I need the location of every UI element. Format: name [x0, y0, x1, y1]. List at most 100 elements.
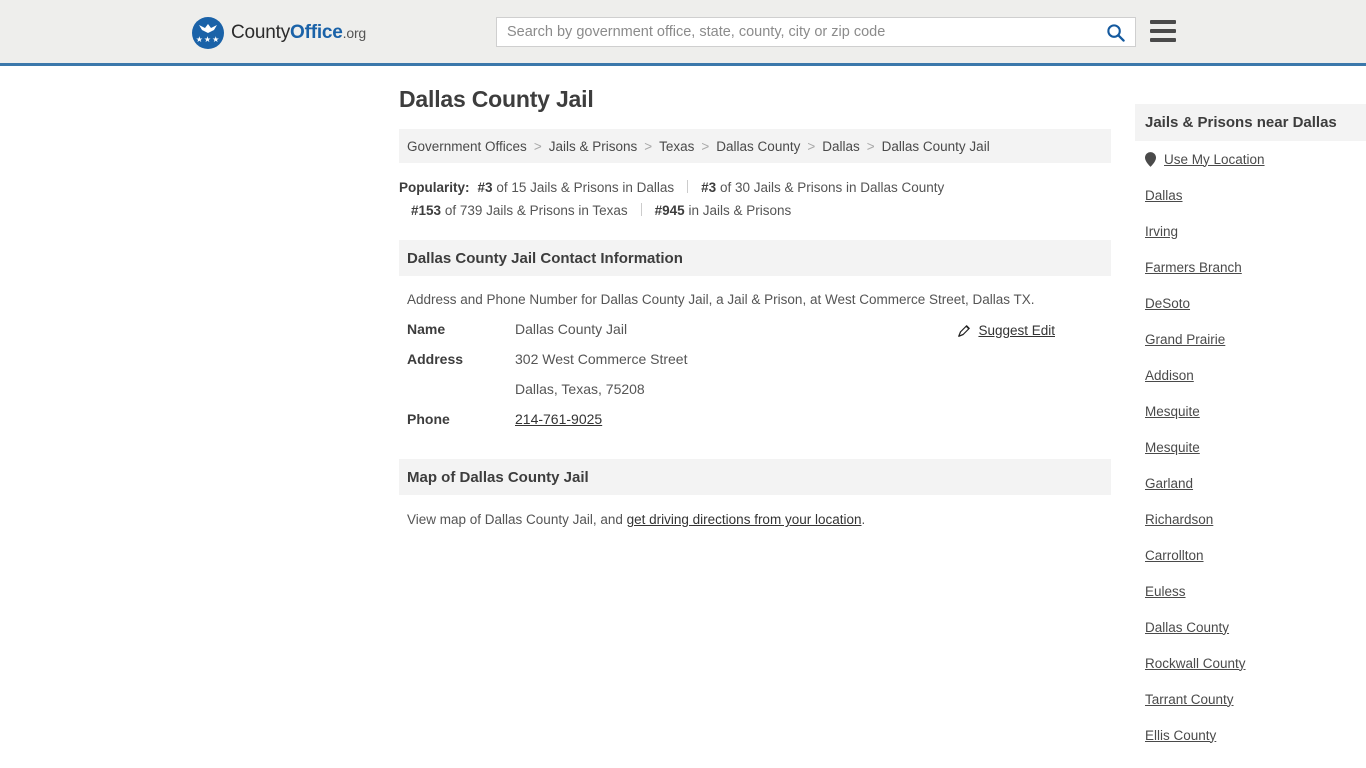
contact-section-heading: Dallas County Jail Contact Information [399, 240, 1111, 276]
menu-bar-1 [1150, 20, 1176, 24]
sidebar-item-use-my-location[interactable]: Use My Location [1135, 141, 1366, 177]
sidebar-item-carrollton[interactable]: Carrollton [1135, 537, 1366, 573]
detail-value-street: 302 West Commerce Street [515, 351, 688, 367]
eagle-stars-logo-icon: ★★★ [192, 17, 224, 49]
popularity-rank: #3 [701, 180, 717, 195]
sidebar-item-grand-prairie[interactable]: Grand Prairie [1135, 321, 1366, 357]
suggest-edit-button[interactable]: Suggest Edit [957, 323, 1055, 338]
popularity-divider [640, 203, 642, 216]
breadcrumb-item-dallas[interactable]: Dallas [822, 139, 860, 154]
sidebar-item-dallas[interactable]: Dallas [1135, 177, 1366, 213]
sidebar-link-list: Use My Location Dallas Irving Farmers Br… [1135, 141, 1366, 753]
sidebar-link[interactable]: Tarrant County [1145, 692, 1234, 707]
detail-row-city-state-zip: Dallas, Texas, 75208 [407, 381, 1103, 411]
sidebar-heading: Jails & Prisons near Dallas [1135, 104, 1366, 141]
sidebar-item-garland[interactable]: Garland [1135, 465, 1366, 501]
popularity-item-dallas: #3 of 15 Jails & Prisons in Dallas [478, 180, 675, 195]
use-my-location-link[interactable]: Use My Location [1164, 152, 1265, 167]
breadcrumb-separator: > [701, 138, 710, 154]
sidebar-item-ellis-county[interactable]: Ellis County [1135, 717, 1366, 753]
phone-link[interactable]: 214-761-9025 [515, 411, 602, 427]
popularity-text: of 30 Jails & Prisons in Dallas County [719, 180, 945, 195]
popularity-text: of 15 Jails & Prisons in Dallas [496, 180, 675, 195]
detail-label: Name [407, 321, 446, 337]
map-section-description: View map of Dallas County Jail, and get … [399, 495, 1111, 527]
main-column: Dallas County Jail Government Offices > … [399, 66, 1111, 527]
sidebar-link[interactable]: Euless [1145, 584, 1186, 599]
detail-row-phone: Phone 214-761-9025 [407, 411, 1103, 441]
brand-part-office: Office [290, 22, 343, 43]
detail-label: Phone [407, 411, 450, 427]
search-input[interactable] [497, 18, 1095, 46]
sidebar-item-irving[interactable]: Irving [1135, 213, 1366, 249]
sidebar-link[interactable]: Carrollton [1145, 548, 1204, 563]
search-button[interactable] [1095, 18, 1135, 46]
popularity-item-overall: #945 in Jails & Prisons [655, 203, 792, 218]
sidebar-link[interactable]: Ellis County [1145, 728, 1216, 743]
sidebar-item-addison[interactable]: Addison [1135, 357, 1366, 393]
contact-section-description: Address and Phone Number for Dallas Coun… [407, 292, 1035, 307]
map-text-before: View map of Dallas County Jail, and [407, 512, 627, 527]
sidebar-link[interactable]: Grand Prairie [1145, 332, 1225, 347]
sidebar-link[interactable]: Addison [1145, 368, 1194, 383]
sidebar-link[interactable]: DeSoto [1145, 296, 1190, 311]
detail-value-name: Dallas County Jail [515, 321, 628, 337]
breadcrumb-separator: > [533, 138, 542, 154]
breadcrumb-item-dallas-county[interactable]: Dallas County [716, 139, 800, 154]
popularity-divider [687, 180, 689, 193]
contact-detail-table: Suggest Edit Name Dallas County Jail Add… [399, 321, 1111, 441]
brand-part-org: .org [342, 25, 367, 41]
popularity-row-1: Popularity: #3 of 15 Jails & Prisons in D… [399, 176, 1111, 199]
driving-directions-link[interactable]: get driving directions from your locatio… [627, 512, 862, 527]
sidebar-link[interactable]: Mesquite [1145, 440, 1200, 455]
popularity-rank: #3 [477, 180, 493, 195]
sidebar-link[interactable]: Mesquite [1145, 404, 1200, 419]
sidebar-item-richardson[interactable]: Richardson [1135, 501, 1366, 537]
breadcrumb-separator: > [644, 138, 653, 154]
sidebar-item-farmers-branch[interactable]: Farmers Branch [1135, 249, 1366, 285]
logo-stars: ★★★ [195, 35, 221, 44]
sidebar-link[interactable]: Irving [1145, 224, 1178, 239]
breadcrumb-item-current: Dallas County Jail [881, 138, 990, 154]
eagle-icon [199, 24, 217, 33]
breadcrumb-separator: > [866, 138, 875, 154]
site-logo-brand[interactable]: ★★★ CountyOffice.org [192, 17, 366, 49]
sidebar-link[interactable]: Richardson [1145, 512, 1213, 527]
brand-part-county: County [231, 22, 291, 43]
popularity-text: in Jails & Prisons [688, 203, 792, 218]
sidebar-item-dallas-county[interactable]: Dallas County [1135, 609, 1366, 645]
menu-bar-3 [1150, 38, 1176, 42]
popularity-block: Popularity: #3 of 15 Jails & Prisons in D… [399, 176, 1111, 222]
detail-label: Address [407, 351, 464, 367]
suggest-edit-label: Suggest Edit [978, 323, 1055, 338]
popularity-row-2: #153 of 739 Jails & Prisons in Texas #945… [399, 199, 1111, 222]
popularity-text: of 739 Jails & Prisons in Texas [444, 203, 628, 218]
sidebar: Jails & Prisons near Dallas Use My Locat… [1135, 104, 1366, 753]
sidebar-link[interactable]: Garland [1145, 476, 1193, 491]
map-text-after: . [861, 512, 866, 527]
sidebar-link[interactable]: Dallas [1145, 188, 1183, 203]
popularity-rank: #153 [411, 203, 442, 218]
sidebar-item-mesquite-2[interactable]: Mesquite [1135, 429, 1366, 465]
sidebar-item-mesquite-1[interactable]: Mesquite [1135, 393, 1366, 429]
breadcrumb-item-government-offices[interactable]: Government Offices [407, 139, 527, 154]
sidebar-link[interactable]: Rockwall County [1145, 656, 1246, 671]
popularity-label: Popularity: [399, 180, 470, 195]
sidebar-link[interactable]: Farmers Branch [1145, 260, 1242, 275]
detail-value-city-state-zip: Dallas, Texas, 75208 [515, 381, 645, 397]
sidebar-item-rockwall-county[interactable]: Rockwall County [1135, 645, 1366, 681]
search-bar[interactable] [496, 17, 1136, 47]
breadcrumb-separator: > [807, 138, 816, 154]
sidebar-item-tarrant-county[interactable]: Tarrant County [1135, 681, 1366, 717]
sidebar-item-desoto[interactable]: DeSoto [1135, 285, 1366, 321]
map-pin-icon [1145, 151, 1156, 167]
page-title: Dallas County Jail [399, 86, 594, 112]
sidebar-link[interactable]: Dallas County [1145, 620, 1229, 635]
breadcrumb-item-texas[interactable]: Texas [659, 139, 694, 154]
hamburger-menu-icon[interactable] [1150, 19, 1176, 43]
breadcrumb-item-jails-prisons[interactable]: Jails & Prisons [549, 139, 638, 154]
map-section-heading: Map of Dallas County Jail [399, 459, 1111, 495]
sidebar-item-euless[interactable]: Euless [1135, 573, 1366, 609]
menu-bar-2 [1150, 29, 1176, 33]
search-icon [1106, 23, 1125, 42]
